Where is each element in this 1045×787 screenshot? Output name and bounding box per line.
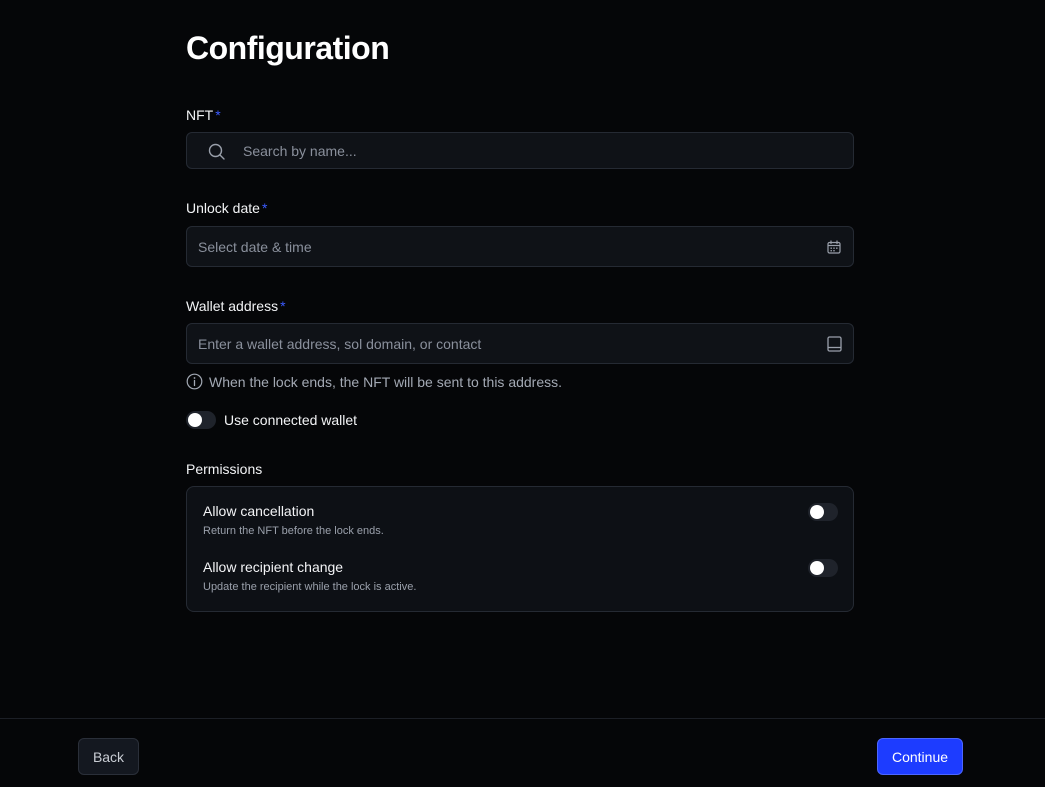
page-title: Configuration — [186, 30, 390, 66]
wallet-hint-text: When the lock ends, the NFT will be sent… — [209, 373, 563, 390]
calendar-icon[interactable] — [826, 239, 842, 255]
toggle-knob — [810, 561, 824, 575]
address-book-icon[interactable] — [826, 335, 842, 352]
permission-allow-recipient-change: Allow recipient change Update the recipi… — [203, 559, 838, 593]
wallet-address-label: Wallet address * — [186, 298, 286, 314]
use-connected-wallet-label: Use connected wallet — [224, 412, 358, 428]
toggle-knob — [810, 505, 824, 519]
configuration-page: Configuration NFT * Search by name... Unl… — [0, 0, 1045, 787]
permission-title: Allow cancellation — [203, 503, 315, 519]
permission-title: Allow recipient change — [203, 559, 344, 575]
required-mark: * — [261, 200, 268, 216]
nft-search-input[interactable]: Search by name... — [186, 132, 854, 169]
required-mark: * — [215, 107, 221, 123]
toggle-knob — [188, 413, 202, 427]
permissions-panel: Allow cancellation Return the NFT before… — [186, 486, 854, 612]
wallet-address-input[interactable]: Enter a wallet address, sol domain, or c… — [186, 323, 854, 364]
required-mark: * — [280, 298, 286, 314]
search-icon — [208, 143, 225, 160]
footer-divider — [0, 718, 1045, 719]
permissions-heading: Permissions — [186, 461, 263, 477]
info-icon — [186, 373, 203, 390]
nft-label: NFT * — [186, 107, 221, 123]
continue-button[interactable]: Continue — [877, 738, 963, 775]
unlock-date-label-text: Unlock date — [186, 200, 260, 216]
back-button[interactable]: Back — [78, 738, 139, 775]
nft-label-text: NFT — [186, 107, 214, 123]
unlock-date-label: Unlock date * — [186, 200, 267, 216]
use-connected-wallet-toggle[interactable] — [186, 411, 216, 429]
permission-allow-cancellation: Allow cancellation Return the NFT before… — [203, 503, 838, 537]
nft-search-placeholder: Search by name... — [243, 142, 357, 159]
permission-description: Return the NFT before the lock ends. — [203, 525, 384, 537]
allow-cancellation-toggle[interactable] — [808, 503, 838, 521]
wallet-address-placeholder: Enter a wallet address, sol domain, or c… — [198, 335, 482, 352]
unlock-date-picker[interactable]: Select date & time — [186, 226, 854, 267]
unlock-date-placeholder: Select date & time — [198, 238, 312, 255]
permission-description: Update the recipient while the lock is a… — [203, 581, 417, 593]
wallet-hint: When the lock ends, the NFT will be sent… — [186, 373, 562, 390]
wallet-address-label-text: Wallet address — [186, 298, 279, 314]
allow-recipient-change-toggle[interactable] — [808, 559, 838, 577]
use-connected-wallet-row: Use connected wallet — [186, 411, 357, 429]
